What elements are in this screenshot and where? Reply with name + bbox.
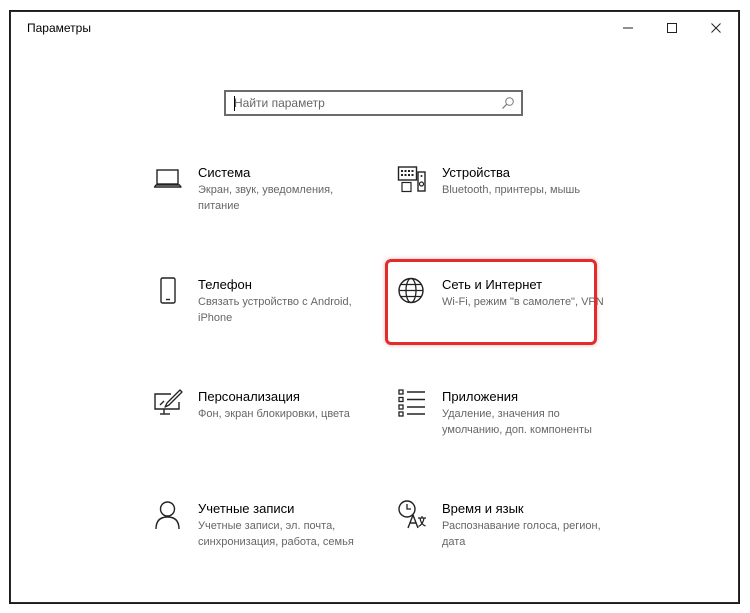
time-language-icon: [398, 500, 426, 529]
tile-system[interactable]: Система Экран, звук, уведомления, питани…: [153, 164, 368, 234]
laptop-icon: [153, 169, 182, 188]
close-icon: [711, 23, 721, 33]
search-box[interactable]: [224, 90, 523, 116]
tile-description: Связать устройство с Android, iPhone: [198, 296, 352, 324]
search-input[interactable]: [234, 94, 494, 112]
tile-description: Учетные записи, эл. почта, синхронизация…: [198, 520, 354, 548]
tile-title: Устройства: [442, 165, 511, 180]
personalization-icon: [154, 389, 183, 415]
tile-description: Фон, экран блокировки, цвета: [198, 408, 350, 420]
tile-title: Система: [198, 165, 251, 180]
maximize-button[interactable]: [650, 12, 694, 44]
devices-icon: [397, 166, 426, 193]
tile-devices[interactable]: Устройства Bluetooth, принтеры, мышь: [397, 164, 612, 234]
tile-title: Приложения: [442, 389, 519, 404]
window-title: Параметры: [27, 21, 91, 35]
search-icon[interactable]: [501, 96, 515, 110]
phone-icon: [160, 277, 176, 304]
minimize-icon: [623, 27, 633, 29]
tile-title: Телефон: [198, 277, 252, 292]
highlight-frame: [385, 259, 597, 345]
tile-title: Персонализация: [198, 389, 300, 404]
tile-title: Учетные записи: [198, 501, 295, 516]
title-bar[interactable]: Параметры: [11, 12, 738, 44]
settings-home: Система Экран, звук, уведомления, питани…: [11, 44, 738, 602]
close-button[interactable]: [694, 12, 738, 44]
tile-personalization[interactable]: Персонализация Фон, экран блокировки, цв…: [153, 388, 368, 458]
tile-description: Удаление, значения по умолчанию, доп. ко…: [442, 408, 592, 436]
tile-phone[interactable]: Телефон Связать устройство с Android, iP…: [153, 276, 368, 346]
tile-apps[interactable]: Приложения Удаление, значения по умолчан…: [397, 388, 612, 458]
settings-window: Параметры Система Экран, звук: [10, 11, 739, 603]
tile-description: Экран, звук, уведомления, питание: [198, 184, 334, 212]
tile-title: Время и язык: [442, 501, 524, 516]
maximize-icon: [667, 23, 677, 33]
tile-description: Bluetooth, принтеры, мышь: [442, 184, 581, 196]
minimize-button[interactable]: [606, 12, 650, 44]
tile-time-language[interactable]: Время и язык Распознавание голоса, регио…: [397, 500, 612, 570]
apps-icon: [398, 389, 425, 417]
person-icon: [155, 501, 180, 530]
tile-description: Распознавание голоса, регион, дата: [442, 520, 601, 548]
tile-accounts[interactable]: Учетные записи Учетные записи, эл. почта…: [153, 500, 368, 570]
